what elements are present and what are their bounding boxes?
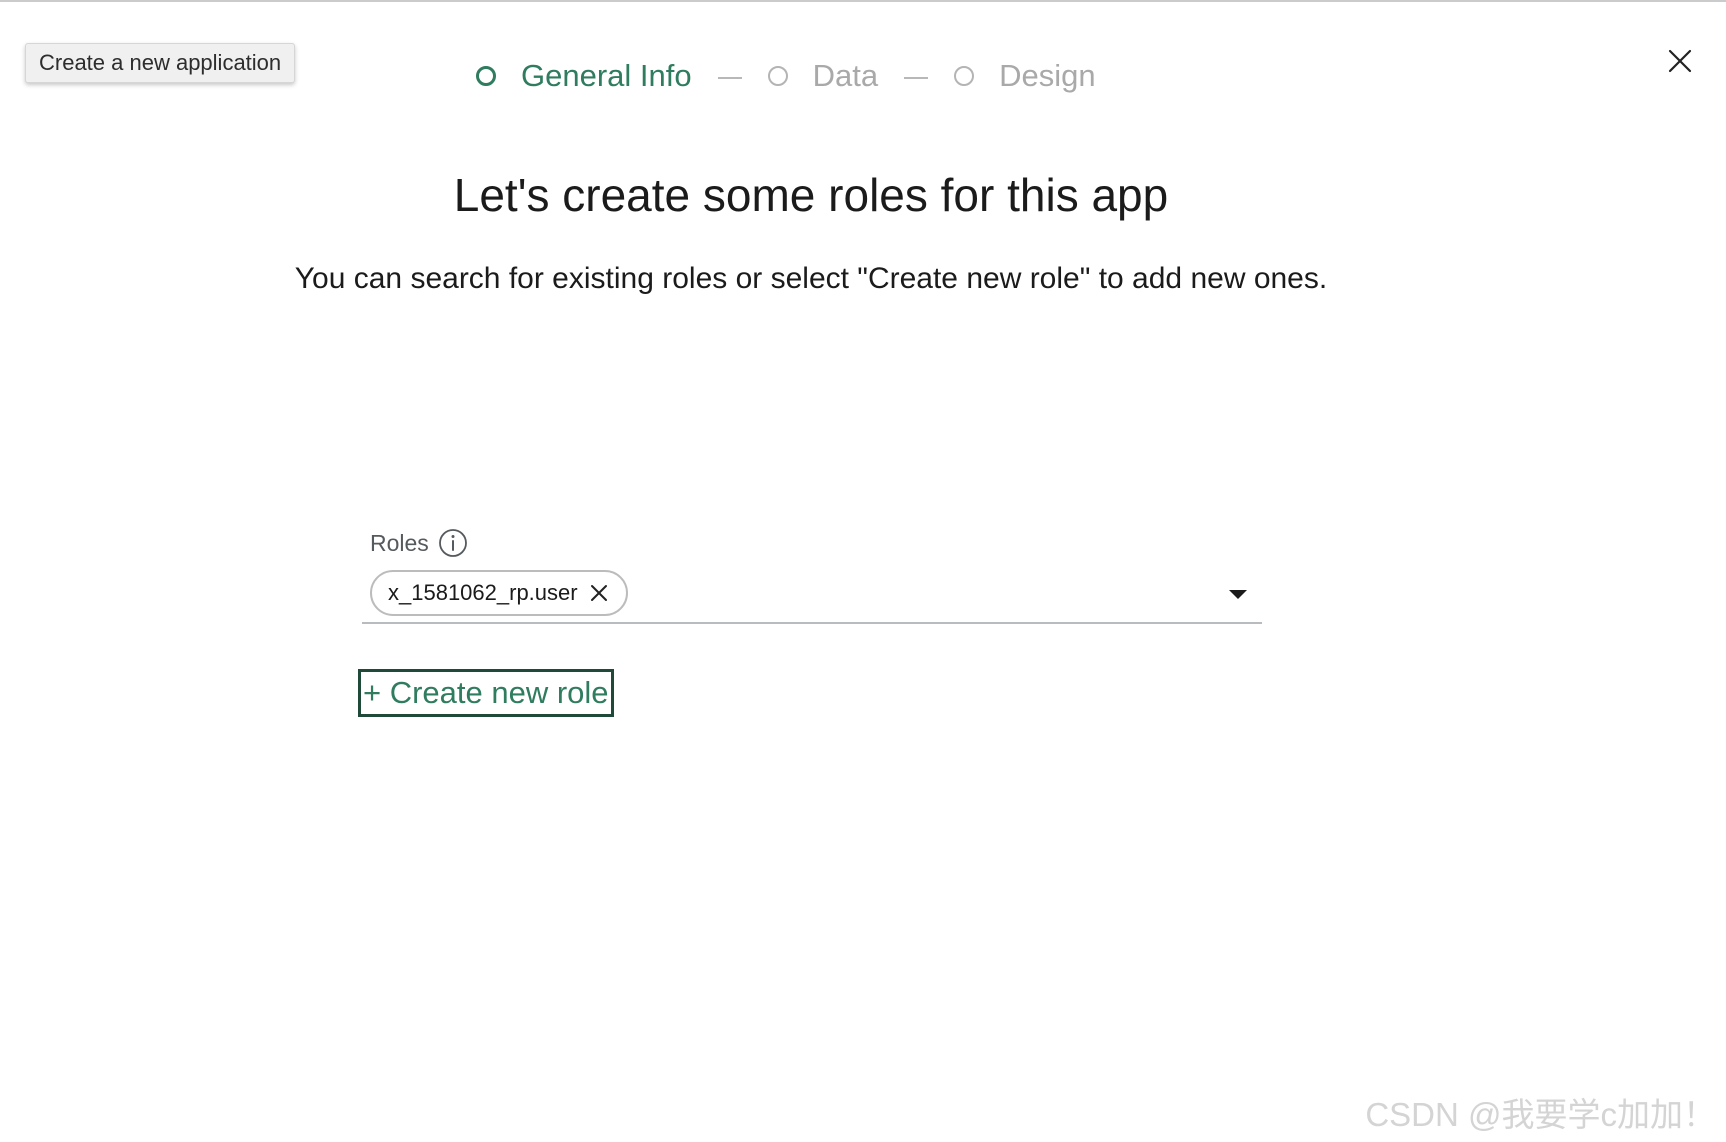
wizard-stepper: General Info Data Design: [476, 52, 1096, 100]
watermark-text: CSDN @我要学c加加！: [1365, 1096, 1716, 1133]
step-data[interactable]: Data: [767, 58, 879, 94]
role-chip-label: x_1581062_rp.user: [388, 580, 578, 605]
step-label: Data: [812, 58, 879, 93]
info-icon[interactable]: [438, 528, 468, 558]
step-circle-icon: [954, 66, 975, 86]
step-label: Design: [999, 58, 1096, 93]
close-button[interactable]: [1664, 45, 1696, 77]
app-creation-wizard: Create a new application General Info Da…: [0, 0, 1726, 1142]
step-label: General Info: [521, 58, 692, 93]
step-divider: [717, 77, 742, 79]
create-new-role-label: + Create new role: [363, 675, 609, 710]
roles-label: Roles: [370, 529, 429, 556]
tooltip: Create a new application: [25, 43, 296, 83]
step-design[interactable]: Design: [954, 58, 1096, 94]
page-title: Let's create some roles for this app: [453, 169, 1169, 221]
create-new-role-button[interactable]: + Create new role: [358, 669, 614, 717]
role-chip: x_1581062_rp.user: [370, 570, 628, 616]
roles-label-row: Roles: [370, 526, 468, 560]
page-subtitle: You can search for existing roles or sel…: [294, 262, 1328, 295]
step-circle-icon: [476, 66, 496, 86]
step-divider: [904, 77, 929, 79]
step-circle-icon: [767, 66, 788, 86]
step-general-info[interactable]: General Info: [476, 58, 692, 94]
top-border: [0, 0, 1726, 2]
roles-multiselect[interactable]: x_1581062_rp.user: [362, 566, 1262, 624]
tooltip-text: Create a new application: [39, 50, 282, 75]
close-icon[interactable]: [588, 582, 610, 604]
caret-down-icon[interactable]: [1226, 582, 1250, 606]
watermark: CSDN @我要学c加加！: [1365, 1088, 1716, 1136]
close-icon: [1668, 49, 1692, 73]
